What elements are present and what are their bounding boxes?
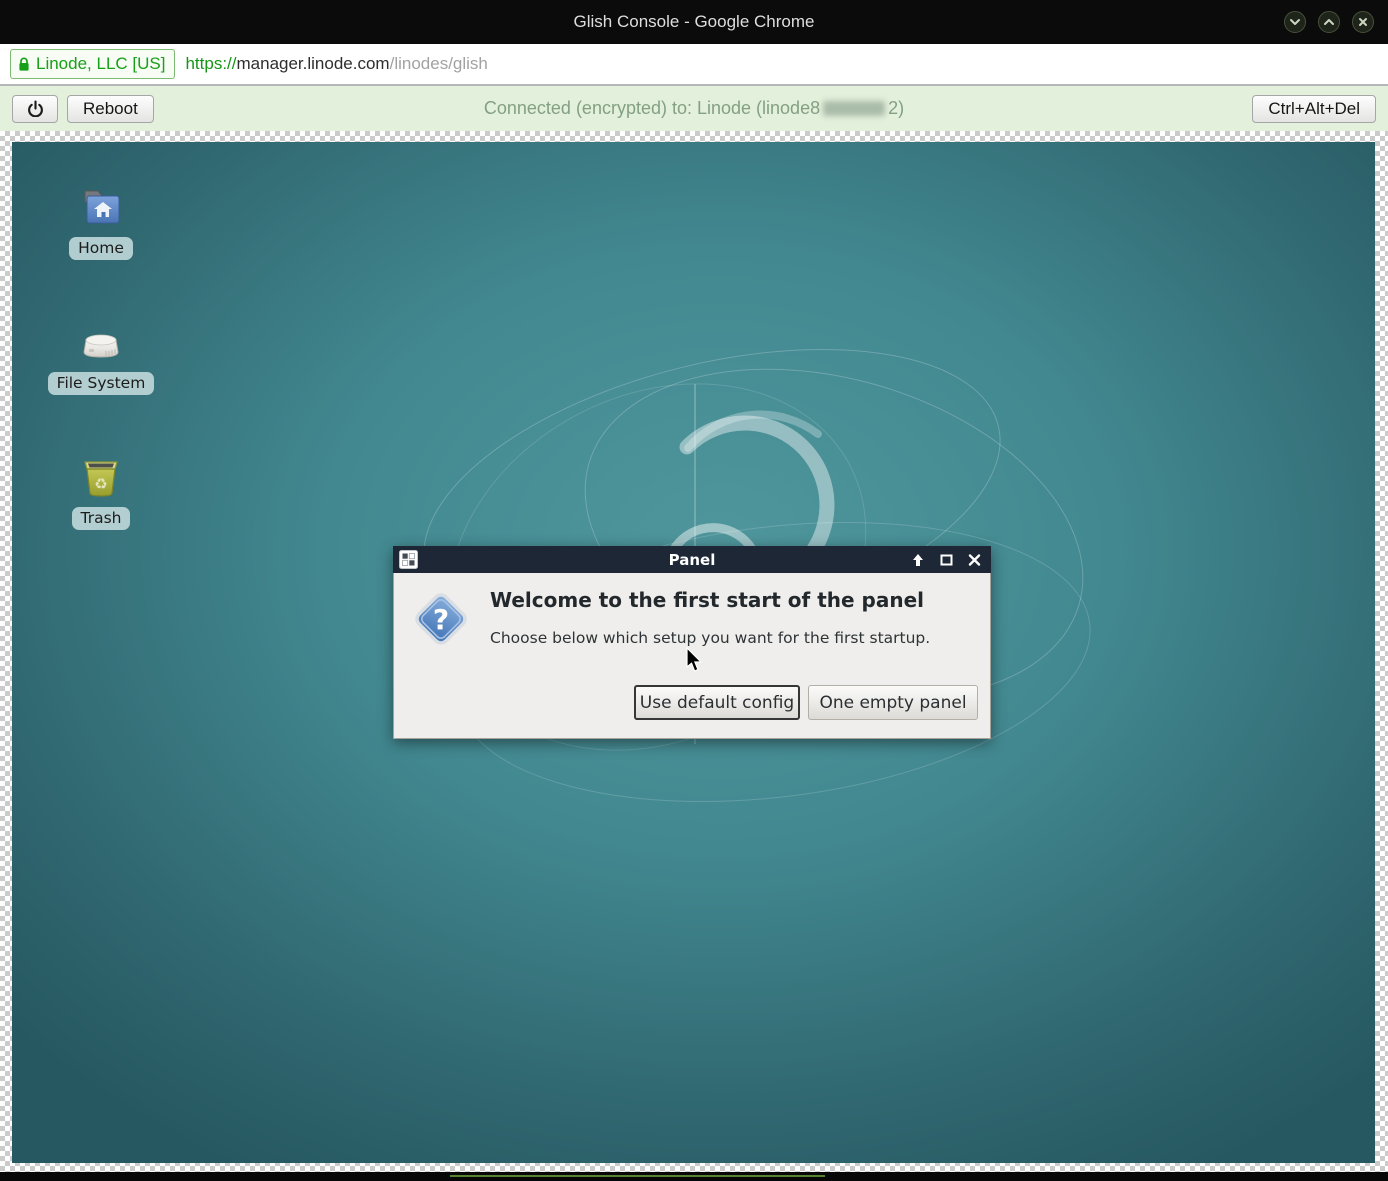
- maximize-icon[interactable]: [1318, 11, 1340, 33]
- ctrl-alt-del-button[interactable]: Ctrl+Alt+Del: [1252, 95, 1376, 123]
- window-title: Glish Console - Google Chrome: [574, 12, 815, 32]
- ev-badge-label: Linode, LLC [US]: [36, 54, 165, 74]
- url-path: /linodes/glish: [390, 54, 488, 73]
- dialog-maximize-icon[interactable]: [940, 554, 953, 566]
- glish-toolbar: Reboot Connected (encrypted) to: Linode …: [0, 86, 1388, 131]
- close-icon[interactable]: [1352, 11, 1374, 33]
- url-text[interactable]: https://manager.linode.com/linodes/glish: [185, 54, 487, 74]
- panel-dialog: Panel: [393, 546, 991, 739]
- lock-icon: [18, 57, 30, 72]
- desktop-icon-label: Home: [69, 237, 133, 260]
- use-default-config-button[interactable]: Use default config: [634, 685, 800, 720]
- dialog-window-controls: [911, 546, 981, 573]
- rollup-icon[interactable]: [911, 553, 925, 567]
- remote-desktop[interactable]: Home File System: [12, 142, 1375, 1163]
- browser-titlebar: Glish Console - Google Chrome: [0, 0, 1388, 44]
- console-frame: Home File System: [0, 131, 1388, 1172]
- url-host: manager.linode.com: [237, 54, 390, 73]
- svg-text:?: ?: [433, 603, 449, 636]
- dialog-titlebar[interactable]: Panel: [393, 546, 991, 573]
- desktop-icon-filesystem[interactable]: File System: [39, 318, 163, 395]
- reboot-button[interactable]: Reboot: [67, 95, 154, 123]
- dialog-close-icon[interactable]: [968, 554, 981, 566]
- desktop-icon-home[interactable]: Home: [39, 183, 163, 260]
- desktop-icon-label: File System: [48, 372, 155, 395]
- trash-can-icon: ♻: [76, 453, 126, 501]
- bottom-edge-strip: [0, 1172, 1388, 1181]
- svg-text:♻: ♻: [94, 475, 107, 493]
- question-icon: ?: [409, 587, 473, 651]
- redacted-linode-id: [823, 101, 885, 116]
- ev-certificate-badge[interactable]: Linode, LLC [US]: [10, 49, 175, 79]
- address-bar[interactable]: Linode, LLC [US] https://manager.linode.…: [0, 44, 1388, 86]
- one-empty-panel-button[interactable]: One empty panel: [808, 685, 978, 720]
- home-folder-icon: [76, 183, 126, 231]
- desktop-icon-trash[interactable]: ♻ Trash: [39, 453, 163, 530]
- bottom-green-line: [450, 1175, 825, 1177]
- panel-app-icon: [399, 550, 418, 569]
- url-scheme: https://: [185, 54, 236, 73]
- dialog-title: Panel: [393, 551, 991, 569]
- dialog-message: Choose below which setup you want for th…: [490, 629, 930, 647]
- desktop-icon-label: Trash: [72, 507, 131, 530]
- status-prefix: Connected (encrypted) to: Linode (linode…: [484, 98, 820, 118]
- dialog-heading: Welcome to the first start of the panel: [490, 588, 924, 612]
- minimize-icon[interactable]: [1284, 11, 1306, 33]
- power-button[interactable]: [12, 95, 58, 123]
- status-suffix: 2): [888, 98, 904, 118]
- connection-status: Connected (encrypted) to: Linode (linode…: [0, 98, 1388, 119]
- dialog-body: ? Welcome to the first start of the pane…: [393, 573, 991, 739]
- power-icon: [27, 100, 44, 117]
- hard-drive-icon: [76, 318, 126, 366]
- window-controls: [1284, 11, 1374, 33]
